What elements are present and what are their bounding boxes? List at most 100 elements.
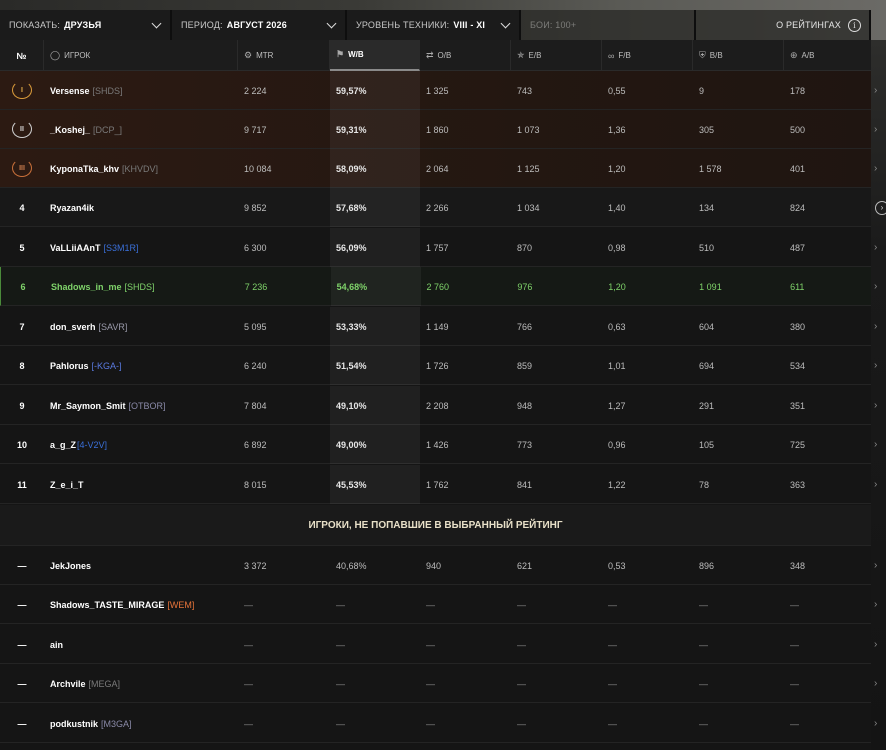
table-row[interactable]: I Versense [SHDS] 2 224 59,57% 1 325 743 … [0,71,871,110]
clan-tag[interactable]: [-KGA-] [92,361,122,371]
chevron-icon[interactable]: › [874,678,886,690]
table-row[interactable]: — Shadows_TASTE_MIRAGE [WEM] — — — — — — … [0,585,871,624]
period-filter-dropdown[interactable]: ПЕРИОД: АВГУСТ 2026 [172,10,347,40]
table-row[interactable]: 9 Mr_Saymon_Smit [OTBOR] 7 804 49,10% 2 2… [0,386,871,425]
table-row[interactable]: 11 Z_e_i_T 8 015 45,53% 1 762 841 1,22 7… [0,465,871,504]
table-row[interactable]: 10 a_g_Z [4-V2V] 6 892 49,00% 1 426 773 0… [0,425,871,464]
rating-info-label: О РЕЙТИНГАХ [776,20,841,30]
clan-tag[interactable]: [SAVR] [99,322,128,332]
table-row[interactable]: — ain — — — — — — — [0,625,871,664]
player-name[interactable]: Mr_Saymon_Smit [50,401,126,411]
column-fb[interactable]: ∞ F/B [602,40,693,71]
clan-tag[interactable]: [KHVDV] [122,164,158,174]
player-name[interactable]: a_g_Z [50,440,76,450]
player-name[interactable]: KyponaTka_khv [50,164,119,174]
table-row[interactable]: 5 VaLLiiAAnT [S3M1R] 6 300 56,09% 1 757 8… [0,228,871,267]
table-row[interactable]: 4 Ryazan4ik 9 852 57,68% 2 266 1 034 1,4… [0,188,871,227]
clan-tag[interactable]: [MEGA] [89,679,121,689]
column-ab[interactable]: ⊕ A/B [784,40,871,71]
gold-medal-icon: I [12,80,32,101]
table-row[interactable]: 7 don_sverh [SAVR] 5 095 53,33% 1 149 766… [0,307,871,346]
rating-info-button[interactable]: О РЕЙТИНГАХ i [696,10,871,40]
column-ob[interactable]: ⇄ О/B [420,40,511,71]
player-name[interactable]: _Koshej_ [50,125,90,135]
silver-medal-icon: II [12,119,32,140]
battles-filter-label: БОИ: 100+ [530,20,577,30]
table-row[interactable]: II _Koshej_ [DCP_] 9 717 59,31% 1 860 1 0… [0,110,871,149]
player-name[interactable]: Ryazan4ik [50,203,94,213]
player-name[interactable]: Archvile [50,679,86,689]
player-name[interactable]: JekJones [50,561,91,571]
chevron-icon[interactable]: › [874,281,886,293]
table-row[interactable]: — podkustnik [M3GA] — — — — — — — [0,704,871,743]
compare-icon[interactable]: › [875,201,886,215]
column-wb[interactable]: ⚑ W/B [330,40,420,71]
player-name[interactable]: Pahlorus [50,361,89,371]
chevron-icon[interactable]: › [874,718,886,730]
chevron-icon[interactable]: › [874,321,886,333]
rank-number: 5 [19,242,25,253]
clan-tag[interactable]: [S3M1R] [104,243,139,253]
period-filter-value: АВГУСТ 2026 [226,20,287,30]
table-row[interactable]: III KyponaTka_khv [KHVDV] 10 084 58,09% 2… [0,149,871,188]
filter-bar: ПОКАЗАТЬ: ДРУЗЬЯ ПЕРИОД: АВГУСТ 2026 УРО… [0,10,871,40]
chevron-icon[interactable]: › [874,560,886,572]
rank-number: 6 [20,281,26,292]
rank-number: 4 [19,202,25,213]
rank-number: 11 [17,479,27,490]
chevron-icon[interactable]: › [874,479,886,491]
chevron-icon[interactable]: › [874,599,886,611]
player-name[interactable]: podkustnik [50,719,98,729]
rank-number: 9 [19,400,25,411]
period-filter-label: ПЕРИОД: [181,20,223,30]
flag-icon: ⚑ [336,49,345,59]
crosshair-icon: ⊕ [790,50,798,60]
rank-number: 8 [19,360,25,371]
show-filter-dropdown[interactable]: ПОКАЗАТЬ: ДРУЗЬЯ [0,10,172,40]
show-filter-value: ДРУЗЬЯ [64,20,102,30]
column-eb[interactable]: ✯ E/B [511,40,602,71]
table-row-current-player[interactable]: 6 Shadows_in_me [SHDS] 7 236 54,68% 2 760… [0,267,871,306]
column-mtr[interactable]: ⚙ MTR [238,40,330,71]
player-name[interactable]: Versense [50,86,90,96]
column-rank[interactable]: № [0,40,44,71]
chevron-icon[interactable]: › [874,639,886,651]
chevron-icon[interactable]: › [874,163,886,175]
clan-tag[interactable]: [SHDS] [93,86,123,96]
chevron-down-icon [500,18,511,29]
clan-tag[interactable]: [OTBOR] [129,401,166,411]
chevron-icon[interactable]: › [874,400,886,412]
column-bb[interactable]: ⛨ B/B [693,40,784,71]
rank-dash: — [17,678,27,689]
rank-dash: — [17,718,27,729]
show-filter-label: ПОКАЗАТЬ: [9,20,61,30]
chevron-icon[interactable]: › [874,124,886,136]
chevron-icon[interactable]: › [874,439,886,451]
player-name[interactable]: Shadows_in_me [51,282,122,292]
clan-tag[interactable]: [M3GA] [101,719,132,729]
tier-filter-value: VIII - XI [453,20,486,30]
rank-number: 10 [16,439,27,450]
player-name[interactable]: VaLLiiAAnT [50,243,101,253]
chevron-icon[interactable]: › [874,360,886,372]
chevron-icon[interactable]: › [874,242,886,254]
rank-dash: — [17,599,27,610]
chevron-icon[interactable]: › [874,85,886,97]
table-row[interactable]: — Archvile [MEGA] — — — — — — — [0,664,871,703]
player-name[interactable]: don_sverh [50,322,96,332]
rank-dash: — [17,560,27,571]
player-name[interactable]: Z_e_i_T [50,480,84,490]
table-row[interactable]: 8 Pahlorus [-KGA-] 6 240 51,54% 1 726 859… [0,346,871,385]
table-row[interactable]: — JekJones 3 372 40,68% 940 621 0,53 896… [0,546,871,585]
battles-filter[interactable]: БОИ: 100+ [521,10,696,40]
column-player[interactable]: ◯ ИГРОК [44,40,238,71]
clan-tag[interactable]: [DCP_] [93,125,122,135]
clan-tag[interactable]: [4-V2V] [77,440,107,450]
tier-filter-dropdown[interactable]: УРОВЕНЬ ТЕХНИКИ: VIII - XI [347,10,521,40]
player-name[interactable]: ain [50,640,63,650]
chevron-down-icon [326,18,337,29]
clan-tag[interactable]: [WEM] [167,600,194,610]
clan-tag[interactable]: [SHDS] [124,282,154,292]
player-name[interactable]: Shadows_TASTE_MIRAGE [50,600,164,610]
bronze-medal-icon: III [12,158,32,179]
